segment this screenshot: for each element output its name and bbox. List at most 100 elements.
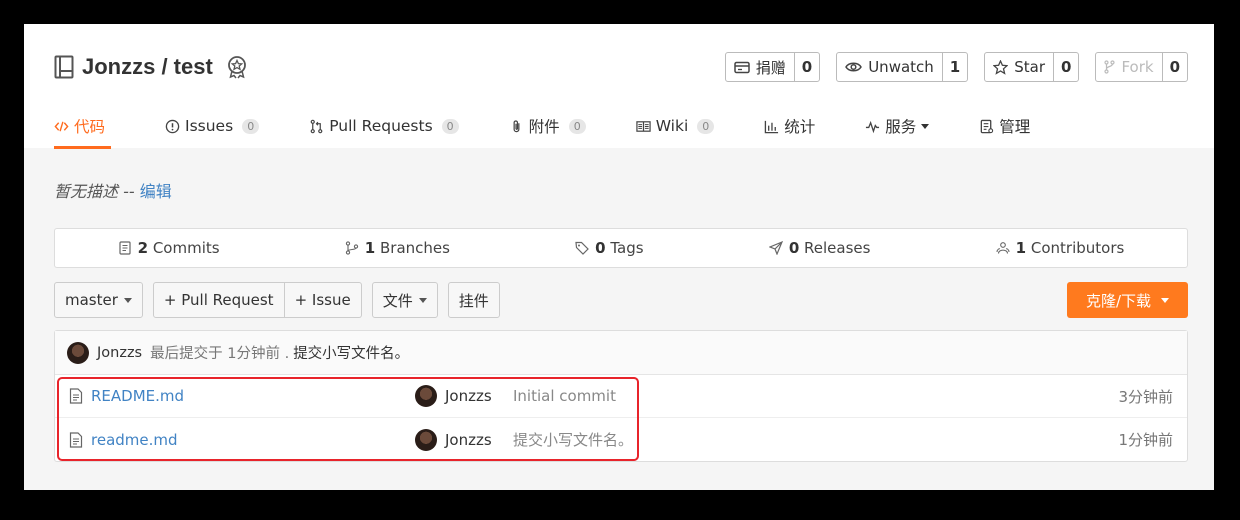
stat-commits-count: 2: [137, 239, 149, 257]
repo-name[interactable]: Jonzzs / test: [82, 54, 213, 80]
chevron-down-icon: [1161, 297, 1170, 303]
tab-admin[interactable]: 管理: [965, 104, 1044, 148]
unwatch-label: Unwatch: [868, 58, 934, 76]
fork-button[interactable]: Fork 0: [1095, 52, 1188, 82]
repo-description: 暂无描述 -- 编辑: [54, 178, 172, 202]
repo-actions: 捐赠 0 Unwatch 1 Star 0 Fork 0: [724, 52, 1188, 82]
star-button[interactable]: Star 0: [984, 52, 1080, 82]
edit-description-link[interactable]: 编辑: [140, 182, 172, 201]
file-icon: [69, 431, 83, 448]
tab-pull-requests[interactable]: Pull Requests 0: [295, 104, 472, 148]
stat-tags-count: 0: [595, 239, 606, 257]
repo-tabs: 代码 Issues 0 Pull Requests 0 附件 0 Wiki 0: [54, 104, 1066, 149]
stat-commits[interactable]: 2 Commits: [118, 239, 220, 257]
list-item: README.md Jonzzs Initial commit 3分钟前: [55, 375, 1187, 418]
chevron-down-icon: [123, 297, 132, 303]
tab-stats[interactable]: 统计: [750, 104, 829, 148]
stat-branches-count: 1: [364, 239, 376, 257]
pulse-icon: [866, 120, 880, 133]
repo-toolbar: master + Pull Request + Issue 文件 挂件 克隆/下…: [54, 282, 1188, 318]
widget-button[interactable]: 挂件: [447, 282, 500, 318]
tab-admin-label: 管理: [999, 118, 1031, 136]
tab-attachments[interactable]: 附件 0: [495, 104, 600, 148]
tag-icon: [575, 241, 590, 255]
stat-tags[interactable]: 0 Tags: [575, 239, 644, 257]
file-commit-time: 1分钟前: [1118, 431, 1173, 449]
recommend-badge-icon[interactable]: [225, 55, 249, 79]
last-commit-message[interactable]: 提交小写文件名。: [293, 342, 409, 363]
repo-page: Jonzzs / test 捐赠 0 Unwatch 1 Star 0 Fork…: [24, 24, 1214, 490]
donate-button[interactable]: 捐赠 0: [724, 52, 821, 82]
star-icon: [993, 59, 1009, 75]
attachment-icon: [513, 119, 520, 132]
file-menu-label: 文件: [382, 291, 413, 310]
chevron-down-icon: [921, 123, 930, 129]
wiki-icon: [636, 120, 651, 132]
chevron-down-icon: [418, 297, 427, 303]
stat-releases[interactable]: 0 Releases: [768, 239, 871, 257]
tab-services-label: 服务: [885, 118, 917, 136]
fork-label: Fork: [1121, 58, 1154, 76]
issue-icon: [165, 119, 180, 133]
description-text: 暂无描述 --: [54, 182, 140, 201]
stat-branches-label: Branches: [375, 239, 450, 257]
file-commit-author[interactable]: Jonzzs: [445, 387, 492, 405]
tab-issues[interactable]: Issues 0: [151, 104, 273, 148]
new-pull-request-button[interactable]: + Pull Request: [152, 282, 285, 318]
stat-branches[interactable]: 1 Branches: [345, 239, 450, 257]
file-commit-message[interactable]: Initial commit: [513, 387, 616, 405]
stat-tags-label: Tags: [605, 239, 644, 257]
stat-releases-label: Releases: [799, 239, 871, 257]
tab-code[interactable]: 代码: [54, 104, 112, 149]
stats-icon: [765, 120, 779, 133]
repo-stats-bar: 2 Commits 1 Branches 0 Tags 0 Releases 1…: [54, 228, 1188, 268]
branch-select[interactable]: master: [54, 282, 143, 318]
unwatch-button[interactable]: Unwatch 1: [836, 52, 969, 82]
repo-header: Jonzzs / test 捐赠 0 Unwatch 1 Star 0 Fork…: [24, 24, 1214, 149]
last-commit-author[interactable]: Jonzzs: [97, 345, 142, 361]
create-button-group: + Pull Request + Issue: [152, 282, 362, 318]
stat-releases-count: 0: [788, 239, 800, 257]
stat-commits-label: Commits: [148, 239, 220, 257]
watch-count[interactable]: 1: [943, 53, 967, 81]
avatar[interactable]: [67, 341, 89, 364]
list-item: readme.md Jonzzs 提交小写文件名。 1分钟前: [55, 418, 1187, 461]
tab-attachments-count: 0: [568, 118, 586, 134]
donate-count[interactable]: 0: [795, 53, 819, 81]
release-icon: [768, 241, 783, 255]
avatar[interactable]: [415, 428, 437, 451]
tab-issues-label: Issues: [185, 117, 234, 135]
last-commit-time: 最后提交于 1分钟前 .: [150, 346, 290, 362]
tab-wiki-label: Wiki: [655, 117, 689, 135]
file-menu-button[interactable]: 文件: [371, 282, 438, 318]
star-label: Star: [1014, 58, 1045, 76]
clone-download-label: 克隆/下载: [1085, 291, 1152, 310]
file-name-link[interactable]: README.md: [91, 387, 184, 405]
tab-stats-label: 统计: [784, 118, 816, 136]
pull-request-icon: [310, 119, 323, 133]
fork-count[interactable]: 0: [1163, 53, 1187, 81]
tab-wiki[interactable]: Wiki 0: [622, 104, 729, 148]
branch-icon: [345, 241, 358, 255]
file-commit-message[interactable]: 提交小写文件名。: [513, 429, 633, 450]
file-name-link[interactable]: readme.md: [91, 431, 178, 449]
stat-contributors[interactable]: 1 Contributors: [996, 239, 1125, 257]
new-issue-button[interactable]: + Issue: [284, 282, 362, 318]
repo-book-icon: [54, 55, 74, 79]
avatar[interactable]: [415, 385, 437, 407]
code-icon: [54, 121, 69, 131]
commit-icon: [119, 241, 131, 255]
fork-icon: [1104, 60, 1116, 74]
settings-icon: [980, 119, 994, 133]
file-commit-author[interactable]: Jonzzs: [445, 431, 492, 449]
tab-services[interactable]: 服务: [851, 104, 943, 148]
tab-pull-requests-label: Pull Requests: [329, 117, 433, 135]
file-icon: [69, 388, 83, 404]
last-commit-bar: Jonzzs 最后提交于 1分钟前 . 提交小写文件名。: [55, 331, 1187, 375]
eye-icon: [845, 62, 863, 72]
contributors-icon: [996, 242, 1010, 254]
star-count[interactable]: 0: [1054, 53, 1078, 81]
stat-contributors-count: 1: [1015, 239, 1027, 257]
stat-contributors-label: Contributors: [1026, 239, 1125, 257]
clone-download-button[interactable]: 克隆/下载: [1067, 282, 1188, 318]
